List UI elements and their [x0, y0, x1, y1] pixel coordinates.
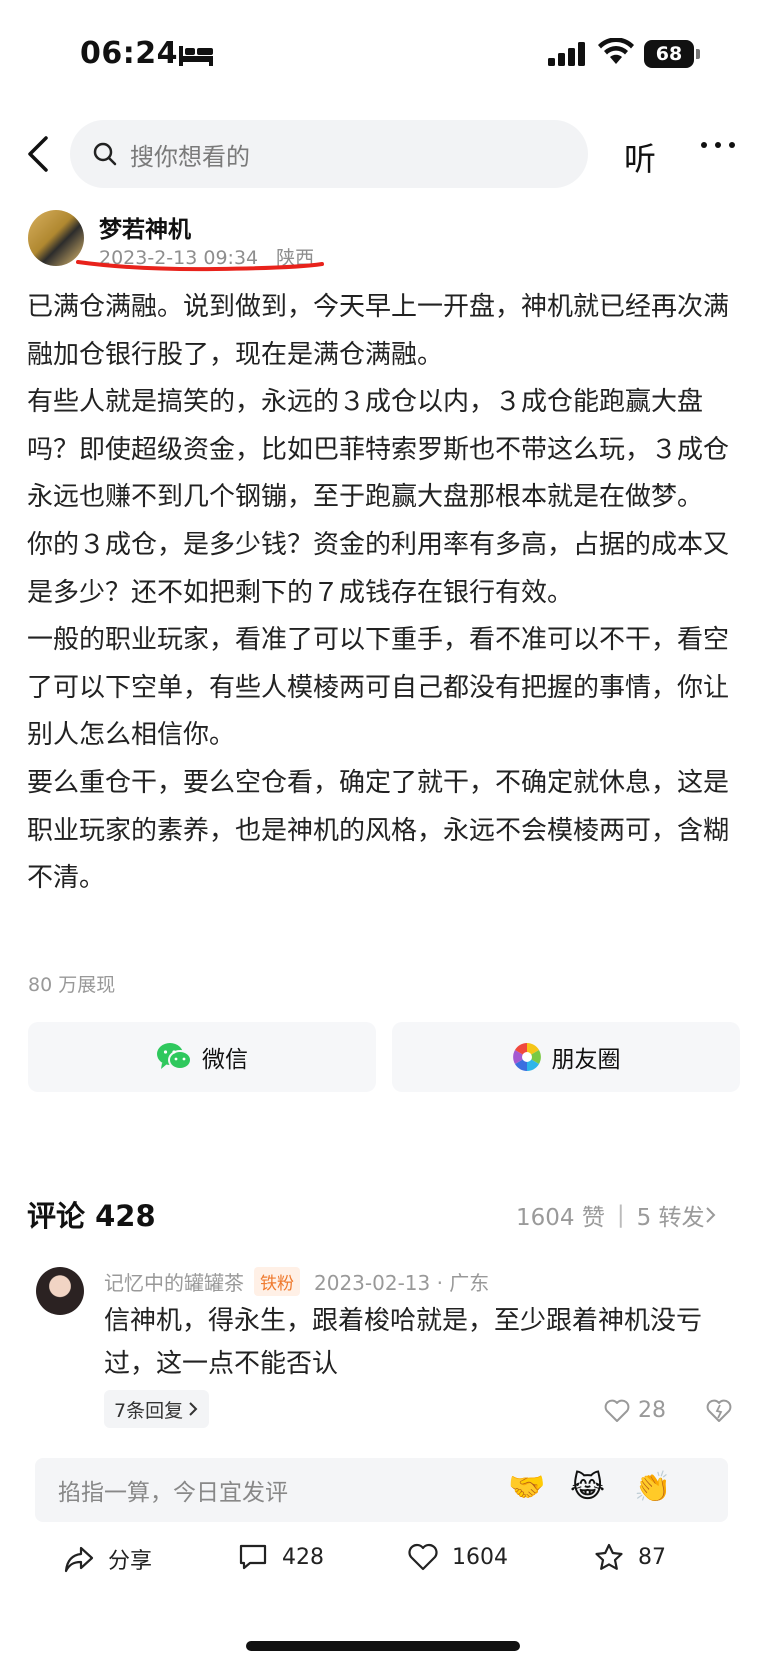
comments-title: 评论 428: [27, 1199, 156, 1233]
handshake-emoji-icon[interactable]: 🤝: [508, 1470, 545, 1505]
likes-stat: 1604 赞: [516, 1205, 605, 1231]
sleep-focus-icon: [179, 46, 213, 66]
post-paragraph: 一般的职业玩家，看准了可以下重手，看不准可以不干，看空了可以下空单，有些人模棱两…: [27, 625, 730, 751]
comment-like-button[interactable]: 28: [604, 1398, 666, 1423]
reposts-stat: 5 转发: [636, 1205, 705, 1231]
post-paragraph: 要么重仓干，要么空仓看，确定了就干，不确定就休息，这是职业玩家的素养，也是神机的…: [27, 767, 730, 894]
comment-meta: 记忆中的罐罐茶 铁粉 2023-02-13 · 广东: [104, 1267, 489, 1296]
stats-separator: |: [616, 1202, 625, 1228]
share-label: 分享: [108, 1549, 153, 1574]
comment-count: 428: [282, 1544, 324, 1570]
listen-button[interactable]: 听: [624, 134, 656, 180]
comment-text: 信神机，得永生，跟着梭哈就是，至少跟着神机没亏过，这一点不能否认: [104, 1306, 703, 1379]
search-bar[interactable]: 搜你想看的: [70, 120, 588, 188]
share-wechat-label: 微信: [202, 1047, 248, 1073]
heart-icon: [604, 1399, 630, 1422]
fan-badge: 铁粉: [254, 1267, 300, 1296]
search-placeholder: 搜你想看的: [130, 142, 250, 171]
like-button[interactable]: 1604: [408, 1543, 508, 1571]
laughing-emoji-icon[interactable]: 😹: [570, 1470, 605, 1505]
post-paragraph: 已满仓满融。说到做到，今天早上一开盘，神机就已经再次满融加仓银行股了，现在是满仓…: [27, 292, 730, 370]
red-underline-annotation: [76, 260, 324, 272]
view-replies-button[interactable]: 7条回复: [104, 1390, 210, 1428]
heart-icon: [408, 1543, 438, 1571]
post-paragraph: 有些人就是搞笑的，永远的３成仓以内，３成仓能跑赢大盘吗？即使超级资金，比如巴菲特…: [27, 387, 730, 513]
comments-stats[interactable]: 1604 赞 | 5 转发: [516, 1198, 717, 1232]
home-indicator[interactable]: [246, 1641, 520, 1651]
comment-button[interactable]: 428: [238, 1543, 324, 1571]
status-time: 06:24: [80, 36, 178, 71]
author-name[interactable]: 梦若神机: [99, 210, 191, 244]
like-count: 1604: [452, 1544, 508, 1570]
battery-icon: 68: [644, 40, 694, 68]
clapping-emoji-icon[interactable]: 👏: [634, 1470, 671, 1505]
comment-time-location: 2023-02-13 · 广东: [314, 1271, 490, 1295]
replies-label: 7条回复: [114, 1399, 184, 1422]
post-paragraph: 你的３成仓，是多少钱？资金的利用率有多高，占据的成本又是多少？还不如把剩下的７成…: [27, 529, 730, 608]
back-icon[interactable]: [24, 134, 52, 174]
dislike-icon[interactable]: [706, 1399, 732, 1423]
share-moments-button[interactable]: 朋友圈: [392, 1022, 740, 1092]
view-count: 80 万展现: [28, 974, 116, 996]
wechat-icon: [157, 1043, 192, 1070]
commenter-name[interactable]: 记忆中的罐罐茶: [104, 1267, 244, 1296]
chevron-right-icon: [705, 1207, 715, 1223]
search-icon: [93, 142, 117, 166]
share-wechat-button[interactable]: 微信: [28, 1022, 376, 1092]
share-moments-label: 朋友圈: [551, 1047, 621, 1073]
favorite-button[interactable]: 87: [594, 1543, 666, 1571]
post-body: 已满仓满融。说到做到，今天早上一开盘，神机就已经再次满融加仓银行股了，现在是满仓…: [27, 284, 741, 903]
comment-input-placeholder: 掐指一算，今日宜发评: [58, 1480, 288, 1506]
share-arrow-icon: [64, 1546, 94, 1573]
chevron-right-icon: [189, 1402, 198, 1416]
share-button[interactable]: 分享: [64, 1543, 152, 1575]
battery-cap: [696, 49, 700, 59]
cellular-signal-icon: [548, 42, 585, 66]
more-icon[interactable]: [700, 140, 736, 150]
star-icon: [595, 1543, 623, 1570]
battery-level: 68: [655, 43, 683, 65]
favorite-count: 87: [638, 1544, 666, 1570]
comment-like-count: 28: [638, 1398, 666, 1423]
moments-icon: [512, 1043, 541, 1071]
wifi-icon: [598, 38, 634, 64]
comment-icon: [239, 1544, 267, 1570]
commenter-avatar[interactable]: [36, 1267, 84, 1315]
